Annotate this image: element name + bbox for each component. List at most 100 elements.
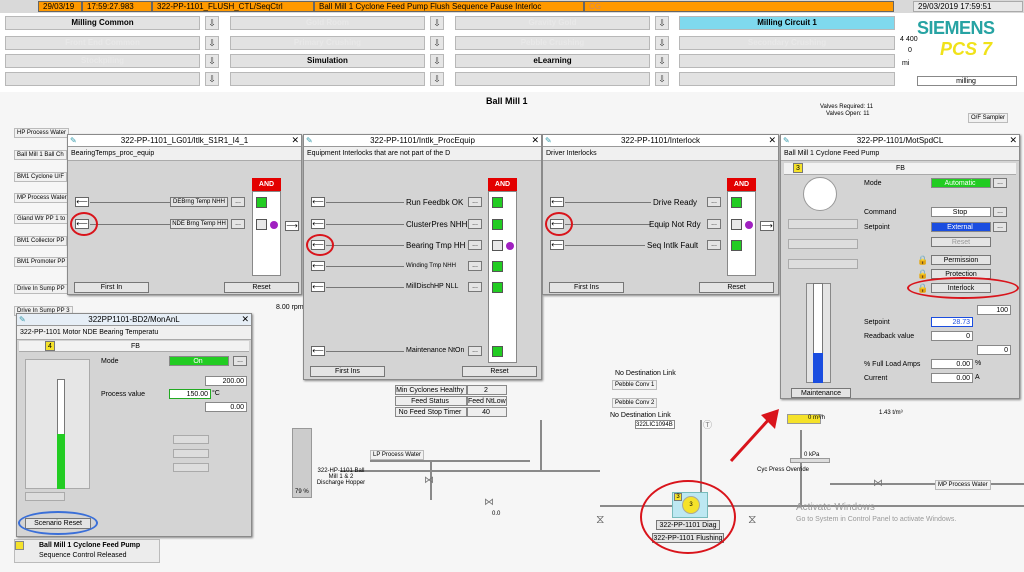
win2-more-2[interactable]: ... (468, 219, 482, 229)
left-label-2[interactable]: BM1 Cyclone U/F (14, 172, 68, 182)
nav-milling-common[interactable]: Milling Common (5, 16, 200, 30)
nav-arrow-7[interactable]: ⇩ (205, 54, 219, 68)
close-icon[interactable]: ✕ (241, 314, 249, 325)
nav-arrow-6[interactable]: ⇩ (655, 36, 669, 50)
win2-more-5[interactable]: ... (468, 282, 482, 292)
win2-input-6[interactable]: Maintenance NtOn (406, 347, 464, 354)
mode-more[interactable]: ... (993, 178, 1007, 188)
nav-blank-2[interactable] (5, 72, 200, 86)
interlock-window-bearing[interactable]: ✎ 322-PP-1101_LG01/Itlk_S1R1_I4_1 ✕ Bearin… (67, 134, 302, 295)
win2-more-6[interactable]: ... (468, 346, 482, 356)
win1-output-arrow[interactable]: ⟶ (285, 221, 299, 231)
nav-secondary-crushing[interactable]: Secondary Crushing (679, 36, 895, 50)
win3-input-arrow-3[interactable]: ⟵ (550, 240, 564, 250)
nav-simulation[interactable]: Simulation (230, 54, 425, 68)
win1-first-in-button[interactable]: First In (74, 282, 149, 293)
nav-arrow-1[interactable]: ⇩ (205, 16, 219, 30)
win3-more-1[interactable]: ... (707, 197, 721, 207)
command-value[interactable]: Stop (931, 207, 991, 217)
win3-reset-button[interactable]: Reset (699, 282, 774, 293)
win2-input-arrow-6[interactable]: ⟵ (311, 346, 325, 356)
left-label-1[interactable]: Ball Mill 1 Ball Ch (14, 150, 67, 160)
pin-icon[interactable]: ✎ (306, 135, 313, 146)
nav-milling-circuit-1[interactable]: Milling Circuit 1 (679, 16, 895, 30)
pebble-conv-1[interactable]: Pebble Conv 1 (612, 380, 658, 390)
left-label-3[interactable]: MP Process Water (14, 193, 70, 203)
cyc-press-override[interactable]: Cyc Press Override (757, 467, 809, 473)
pin-icon[interactable]: ✎ (545, 135, 552, 146)
win2-input-3[interactable]: Bearing Tmp HH (406, 241, 465, 250)
win4-reset-button[interactable]: Reset (931, 237, 991, 247)
nav-primary-crushing[interactable]: Primary Crushing (230, 36, 425, 50)
alarm-source[interactable]: 322-PP-1101_FLUSH_CTL/SeqCtrl (152, 1, 314, 12)
win3-input-2[interactable]: Equip Not Rdy (649, 220, 701, 229)
win2-reset-button[interactable]: Reset (462, 366, 537, 377)
of-sampler[interactable]: O/F Sampler (968, 113, 1009, 123)
valve-icon-4[interactable]: ⧖ (748, 512, 756, 527)
valve-icon-5[interactable]: ⋈ (873, 478, 883, 489)
lp-process-water[interactable]: LP Process Water (370, 450, 425, 460)
nav-arrow-11[interactable]: ⇩ (430, 72, 444, 86)
nav-blank-1[interactable] (679, 54, 895, 68)
win2-titlebar[interactable]: ✎ 322-PP-1101/Intlk_ProcEquip ✕ (304, 135, 541, 147)
setpoint-mode-value[interactable]: External (931, 222, 991, 232)
win5-mode-more[interactable]: ... (233, 356, 247, 366)
alarm-message[interactable]: Ball Mill 1 Cyclone Feed Pump Flush Sequ… (314, 1, 584, 12)
close-icon[interactable]: ✕ (768, 135, 776, 146)
win3-more-2[interactable]: ... (707, 219, 721, 229)
nav-arrow-9[interactable]: ⇩ (655, 54, 669, 68)
win3-more-3[interactable]: ... (707, 240, 721, 250)
win2-input-arrow-1[interactable]: ⟵ (311, 197, 325, 207)
left-label-6[interactable]: BM1 Promoter PP (14, 257, 69, 267)
win2-input-5[interactable]: MillDischHP NLL (406, 283, 458, 290)
win1-input-arrow-1[interactable]: ⟵ (75, 197, 89, 207)
win1-more-2[interactable]: ... (231, 219, 245, 229)
win2-more-1[interactable]: ... (468, 197, 482, 207)
left-label-7[interactable]: Drive In Sump PP (14, 284, 68, 294)
win2-input-2[interactable]: ClusterPres NHH (406, 220, 467, 229)
win2-input-arrow-2[interactable]: ⟵ (311, 219, 325, 229)
left-label-5[interactable]: BM1 Collector PP (14, 236, 68, 246)
interlock-window-driver[interactable]: ✎ 322-PP-1101/Interlock ✕ Driver Interlock… (542, 134, 779, 295)
alarm-date[interactable]: 29/03/19 (38, 1, 82, 12)
left-label-0[interactable]: HP Process Water (14, 128, 70, 138)
nav-gold-room[interactable]: Gold Room (230, 16, 425, 30)
permission-button[interactable]: Permission (931, 255, 991, 265)
nav-pebble-crushing[interactable]: Pebble Crushing (455, 36, 650, 50)
nav-arrow-5[interactable]: ⇩ (430, 36, 444, 50)
win4-titlebar[interactable]: ✎ 322-PP-1101/MotSpdCL ✕ (781, 135, 1019, 147)
motor-faceplate-window[interactable]: ✎ 322-PP-1101/MotSpdCL ✕ Ball Mill 1 Cyclo… (780, 134, 1020, 399)
nav-arrow-4[interactable]: ⇩ (205, 36, 219, 50)
mode-value[interactable]: Automatic (931, 178, 991, 188)
maintenance-button[interactable]: Maintenance (791, 388, 851, 398)
win2-input-1[interactable]: Run Feedbk OK (406, 198, 463, 207)
win2-input-arrow-5[interactable]: ⟵ (311, 282, 325, 292)
pebble-conv-2[interactable]: Pebble Conv 2 (612, 398, 658, 408)
close-icon[interactable]: ✕ (531, 135, 539, 146)
win2-first-ins-button[interactable]: First Ins (310, 366, 385, 377)
win2-input-4[interactable]: Winding Tmp NHH (406, 263, 456, 269)
nav-arrow-3[interactable]: ⇩ (655, 16, 669, 30)
win3-first-ins-button[interactable]: First Ins (549, 282, 624, 293)
win3-input-arrow-1[interactable]: ⟵ (550, 197, 564, 207)
win1-input-1[interactable]: DEBrng Temp NHH (170, 197, 228, 207)
win1-more-1[interactable]: ... (231, 197, 245, 207)
pin-icon[interactable]: ✎ (70, 135, 77, 146)
win5-titlebar[interactable]: ✎ 322PP1101-BD2/MonAnL ✕ (17, 314, 251, 326)
win1-titlebar[interactable]: ✎ 322-PP-1101_LG01/Itlk_S1R1_I4_1 ✕ (68, 135, 301, 147)
setpoint-more[interactable]: ... (993, 222, 1007, 232)
win2-more-3[interactable]: ... (468, 240, 482, 250)
win3-output-arrow[interactable]: ⟶ (760, 221, 774, 231)
analog-monitor-window[interactable]: ✎ 322PP1101-BD2/MonAnL ✕ 322-PP-1101 Motor… (16, 313, 252, 537)
interlock-window-procequip[interactable]: ✎ 322-PP-1101/Intlk_ProcEquip ✕ Equipment … (303, 134, 542, 380)
command-more[interactable]: ... (993, 207, 1007, 217)
lic-tag[interactable]: 322LIC1094B (635, 420, 675, 429)
win5-mode-value[interactable]: On (169, 356, 229, 366)
win1-reset-button[interactable]: Reset (224, 282, 299, 293)
nav-gravity-gold[interactable]: Gravity Gold (455, 16, 650, 30)
mp-process-water[interactable]: MP Process Water (935, 480, 991, 490)
win3-input-1[interactable]: Drive Ready (653, 198, 697, 207)
pin-icon[interactable]: ✎ (19, 314, 26, 325)
nav-stockpiling[interactable]: Stockpiling (5, 54, 200, 68)
nav-arrow-12[interactable]: ⇩ (655, 72, 669, 86)
